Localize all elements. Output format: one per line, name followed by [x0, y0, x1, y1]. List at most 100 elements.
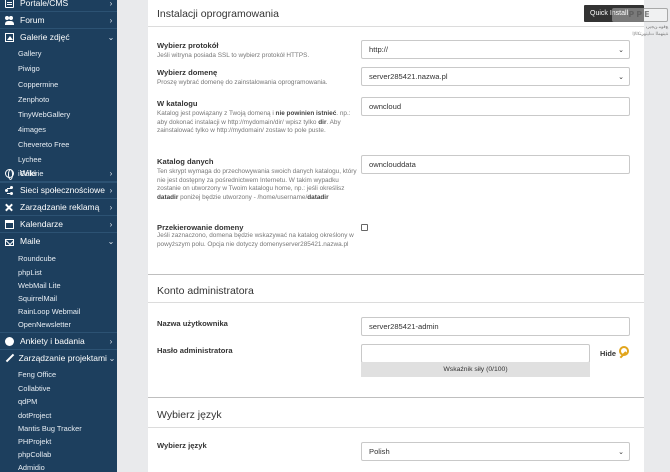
- sidebar-category-label: Forum: [20, 15, 45, 25]
- domain-help: Proszę wybrać domenę do zainstalowania o…: [157, 79, 328, 86]
- document-icon: [5, 0, 14, 8]
- chevron-right-icon: ›: [109, 185, 113, 195]
- sidebar-category-sieci[interactable]: Sieci społecznościowe ›: [0, 182, 117, 198]
- sidebar-subitem[interactable]: Lychee: [18, 155, 42, 164]
- sidebar-category-wiki[interactable]: Wiki ›: [0, 165, 117, 181]
- section-title-language: Wybierz język: [157, 409, 222, 421]
- chevron-down-icon: ⌄: [107, 236, 115, 246]
- sidebar-subitem[interactable]: Zenphoto: [18, 95, 49, 104]
- sidebar-category-maile[interactable]: Maile ⌄: [0, 233, 117, 249]
- sidebar-subitem[interactable]: Roundcube: [18, 254, 56, 263]
- sidebar-subitem[interactable]: dotProject: [18, 411, 51, 420]
- section-divider: [148, 302, 644, 303]
- sidebar-category-forum[interactable]: Forum ›: [0, 12, 117, 28]
- sidebar-category-ankiety[interactable]: Ankiety i badania ›: [0, 333, 117, 349]
- redirect-label: Przekierowanie domeny: [157, 223, 244, 232]
- username-input[interactable]: server285421-admin: [361, 317, 630, 336]
- tools-icon: [5, 203, 14, 212]
- sidebar-category-galerie[interactable]: Galerie zdjęć ⌄: [0, 29, 117, 45]
- sidebar-subitem[interactable]: qdPM: [18, 397, 37, 406]
- sidebar-category-label: Maile: [20, 236, 41, 246]
- data-dir-help: Ten skrypt wymaga do przechowywania swoi…: [157, 168, 357, 201]
- chevron-right-icon: ›: [109, 0, 113, 8]
- sidebar-category-label: Galerie zdjęć: [20, 32, 70, 42]
- section-divider: [148, 397, 644, 398]
- chevron-down-icon: ⌄: [618, 47, 624, 54]
- chevron-down-icon: ⌄: [108, 353, 116, 363]
- language-label: Wybierz język: [157, 441, 207, 450]
- protocol-select[interactable]: http:// ⌄: [361, 40, 630, 59]
- directory-input-value: owncloud: [369, 102, 402, 111]
- sidebar-subitem[interactable]: 4images: [18, 125, 46, 134]
- sidebar: Portale/CMS › Forum › Galerie zdjęć ⌄ Ga…: [0, 0, 117, 472]
- sidebar-subitem[interactable]: Feng Office: [18, 370, 56, 379]
- watermark-subtitle: ﺔﻴﻨﻬﻤﻟﺍ ﺕﺎﻴﻧﻭﺮﺘﻜﻟﻹﺍ: [632, 31, 668, 36]
- data-dir-input-value: ownclouddata: [369, 160, 416, 169]
- sidebar-subitem[interactable]: WebMail Lite: [18, 281, 61, 290]
- chevron-right-icon: ›: [109, 202, 113, 212]
- sidebar-subitem[interactable]: phpCollab: [18, 450, 51, 459]
- chevron-down-icon: ⌄: [618, 74, 624, 81]
- sidebar-category-portale[interactable]: Portale/CMS ›: [0, 0, 117, 11]
- sidebar-category-label: Zarządzanie projektami: [18, 353, 107, 363]
- sidebar-category-projekty[interactable]: Zarządzanie projektami ⌄: [0, 350, 117, 366]
- pencil-icon: [5, 354, 13, 363]
- directory-label: W katalogu: [157, 99, 198, 108]
- key-icon[interactable]: [617, 346, 629, 358]
- sidebar-subitem[interactable]: Gallery: [18, 49, 41, 58]
- username-input-value: server285421-admin: [369, 322, 439, 331]
- protocol-help: Jeśli witryna posiada SSL to wybierz pro…: [157, 52, 310, 59]
- share-icon: [5, 186, 14, 195]
- section-divider: [148, 26, 644, 27]
- image-icon: [5, 32, 14, 42]
- password-label: Hasło administratora: [157, 346, 233, 355]
- directory-help: Katalog jest powiązany z Twoją domeną i …: [157, 110, 351, 135]
- sidebar-category-label: Wiki: [20, 168, 37, 178]
- sidebar-subitem[interactable]: RainLoop Webmail: [18, 307, 80, 316]
- password-input[interactable]: [361, 344, 590, 363]
- protocol-label: Wybierz protokół: [157, 41, 219, 50]
- sidebar-category-kalendarze[interactable]: Kalendarze ›: [0, 216, 117, 232]
- sidebar-subitem[interactable]: Coppermine: [18, 80, 58, 89]
- sidebar-subitem[interactable]: phpList: [18, 268, 42, 277]
- sidebar-subitem[interactable]: SquirrelMail: [18, 294, 57, 303]
- section-title-admin: Konto administratora: [157, 285, 254, 297]
- section-divider: [148, 427, 644, 428]
- username-label: Nazwa użytkownika: [157, 319, 228, 328]
- data-dir-input[interactable]: ownclouddata: [361, 155, 630, 174]
- sidebar-category-label: Portale/CMS: [20, 0, 69, 8]
- sidebar-subitem[interactable]: PHProjekt: [18, 437, 51, 446]
- sidebar-subitem[interactable]: TinyWebGallery: [18, 110, 70, 119]
- domain-label: Wybierz domenę: [157, 68, 218, 77]
- section-divider: [148, 274, 644, 275]
- hide-password-link[interactable]: Hide: [600, 349, 616, 358]
- data-dir-label: Katalog danych: [157, 157, 214, 166]
- sidebar-subitem[interactable]: Collabtive: [18, 384, 50, 393]
- sidebar-category-reklama[interactable]: Zarządzanie reklamą ›: [0, 199, 117, 215]
- sidebar-subitem[interactable]: Admidio: [18, 463, 45, 472]
- mail-icon: [5, 238, 14, 246]
- install-form-panel: Instalacji oprogramowania Wybierz protok…: [148, 0, 644, 472]
- redirect-help: Jeśli zaznaczono, domena będzie wskazywa…: [157, 232, 354, 248]
- protocol-select-value: http://: [369, 45, 388, 54]
- people-icon: [5, 15, 14, 25]
- sidebar-category-label: Zarządzanie reklamą: [20, 202, 100, 212]
- sidebar-subitem[interactable]: Mantis Bug Tracker: [18, 424, 82, 433]
- chevron-down-icon: ⌄: [107, 32, 115, 42]
- redirect-checkbox[interactable]: [361, 224, 368, 231]
- chevron-right-icon: ›: [109, 336, 113, 346]
- section-title-install: Instalacji oprogramowania: [157, 8, 279, 20]
- watermark: PPE ﻊﻗﻮﻣ ﻦﺠﻳﺮﺑ ﺔﻴﻨﻬﻤﻟﺍ ﺕﺎﻴﻧﻭﺮﺘﻜﻟﻹﺍ: [612, 8, 668, 40]
- chevron-right-icon: ›: [109, 168, 113, 178]
- password-strength-meter: Wskaźnik siły (0/100): [361, 362, 590, 377]
- chevron-right-icon: ›: [109, 15, 113, 25]
- directory-input[interactable]: owncloud: [361, 97, 630, 116]
- language-select[interactable]: Polish ⌄: [361, 442, 630, 461]
- sidebar-subitem[interactable]: Piwigo: [18, 64, 40, 73]
- watermark-logo: PPE: [612, 8, 668, 22]
- calendar-icon: [5, 219, 14, 229]
- sidebar-subitem[interactable]: OpenNewsletter: [18, 320, 71, 329]
- domain-select[interactable]: server285421.nazwa.pl ⌄: [361, 67, 630, 86]
- watermark-subtitle: ﻊﻗﻮﻣ ﻦﺠﻳﺮﺑ: [646, 24, 668, 29]
- sidebar-subitem[interactable]: Chevereto Free: [18, 140, 69, 149]
